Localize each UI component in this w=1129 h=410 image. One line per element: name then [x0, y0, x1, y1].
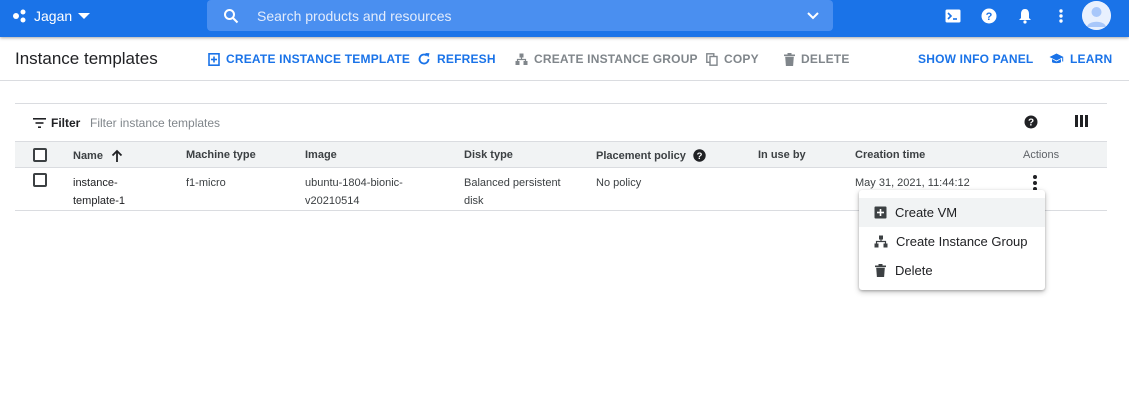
- learn-button[interactable]: LEARN: [1049, 50, 1112, 68]
- svg-text:?: ?: [1028, 118, 1034, 129]
- instance-group-icon: [515, 53, 528, 65]
- copy-label: COPY: [724, 52, 759, 66]
- menu-item-create-instance-group[interactable]: Create Instance Group: [859, 227, 1045, 256]
- show-info-panel-button[interactable]: SHOW INFO PANEL: [918, 50, 1033, 68]
- name-line-1: instance-: [73, 177, 118, 189]
- column-header-disk-type[interactable]: Disk type: [464, 149, 513, 161]
- search-bar[interactable]: [207, 0, 833, 31]
- chevron-down-icon[interactable]: [807, 10, 819, 22]
- menu-item-label: Create Instance Group: [896, 234, 1028, 249]
- column-header-placement-policy[interactable]: Placement policy ?: [596, 149, 706, 162]
- column-display-icon[interactable]: [1075, 115, 1088, 127]
- cell-placement-policy: No policy: [596, 177, 642, 189]
- project-name: Jagan: [34, 8, 73, 24]
- column-header-machine-type[interactable]: Machine type: [186, 149, 256, 161]
- name-line-2: template-1: [73, 195, 125, 207]
- delete-button[interactable]: DELETE: [784, 50, 850, 68]
- table-header: Name Machine type Image Disk type Placem…: [15, 142, 1107, 168]
- row-checkbox[interactable]: [33, 173, 47, 187]
- filter-input[interactable]: [90, 115, 390, 131]
- refresh-icon: [418, 53, 430, 65]
- menu-item-delete[interactable]: Delete: [859, 256, 1045, 285]
- image-line-2: v20210514: [305, 195, 360, 207]
- more-vert-icon[interactable]: [1031, 175, 1039, 191]
- disk-line-2: disk: [464, 195, 484, 207]
- delete-label: DELETE: [801, 52, 850, 66]
- menu-item-label: Delete: [895, 263, 933, 278]
- search-icon: [224, 9, 239, 24]
- add-box-icon: [208, 52, 220, 66]
- copy-icon: [706, 52, 718, 66]
- top-app-bar: Jagan ?: [0, 0, 1129, 37]
- notifications-icon[interactable]: [1015, 6, 1035, 26]
- image-line-1: ubuntu-1804-bionic-: [305, 177, 403, 189]
- filter-list-icon: [33, 118, 46, 128]
- create-instance-group-button[interactable]: CREATE INSTANCE GROUP: [515, 50, 698, 68]
- filter-button[interactable]: Filter: [33, 116, 80, 130]
- column-placement-policy-label: Placement policy: [596, 149, 686, 162]
- svg-text:?: ?: [696, 151, 702, 162]
- column-header-in-use-by[interactable]: In use by: [758, 149, 806, 161]
- show-info-panel-label: SHOW INFO PANEL: [918, 52, 1034, 66]
- menu-item-label: Create VM: [895, 205, 958, 220]
- refresh-label: REFRESH: [437, 52, 496, 66]
- learn-label: LEARN: [1070, 52, 1113, 66]
- chevron-down-icon: [78, 13, 91, 19]
- disk-line-1: Balanced persistent: [464, 177, 561, 189]
- column-header-name[interactable]: Name: [73, 149, 123, 162]
- column-header-image[interactable]: Image: [305, 149, 337, 161]
- select-all-checkbox[interactable]: [33, 148, 47, 162]
- column-name-label: Name: [73, 149, 103, 162]
- cell-image: ubuntu-1804-bionic- v20210514: [305, 174, 403, 210]
- instance-template-name-link[interactable]: instance- template-1: [73, 174, 125, 210]
- cell-machine-type: f1-micro: [186, 177, 226, 189]
- refresh-button[interactable]: REFRESH: [417, 50, 496, 68]
- create-instance-template-button[interactable]: CREATE INSTANCE TEMPLATE: [208, 50, 410, 68]
- project-selector[interactable]: Jagan: [12, 0, 91, 32]
- arrow-upward-icon: [111, 149, 123, 162]
- cell-disk-type: Balanced persistent disk: [464, 174, 561, 210]
- create-instance-template-label: CREATE INSTANCE TEMPLATE: [226, 52, 411, 66]
- cloud-shell-icon[interactable]: [943, 6, 963, 26]
- add-box-icon: [874, 206, 887, 219]
- column-header-creation-time[interactable]: Creation time: [855, 149, 925, 161]
- more-vert-icon[interactable]: [1051, 6, 1071, 26]
- filter-label: Filter: [51, 116, 81, 130]
- page-title: Instance templates: [15, 49, 158, 68]
- create-instance-group-label: CREATE INSTANCE GROUP: [534, 52, 698, 66]
- help-icon[interactable]: ?: [979, 6, 999, 26]
- column-header-actions: Actions: [1023, 149, 1060, 161]
- help-icon[interactable]: ?: [693, 149, 706, 162]
- svg-text:?: ?: [986, 11, 993, 23]
- account-icon[interactable]: [1082, 1, 1111, 30]
- filter-bar: Filter ?: [15, 104, 1107, 142]
- search-input[interactable]: [257, 5, 777, 26]
- instance-group-icon: [874, 235, 888, 248]
- trash-icon: [784, 52, 795, 66]
- school-icon: [1049, 53, 1064, 63]
- project-icon: [13, 9, 26, 23]
- trash-icon: [875, 264, 886, 277]
- row-actions-menu: Create VM Create Instance Group Delete: [859, 190, 1045, 290]
- menu-item-create-vm[interactable]: Create VM: [859, 198, 1045, 227]
- copy-button[interactable]: COPY: [706, 50, 759, 68]
- page-toolbar: Instance templates CREATE INSTANCE TEMPL…: [0, 37, 1129, 81]
- help-icon[interactable]: ?: [1024, 115, 1038, 129]
